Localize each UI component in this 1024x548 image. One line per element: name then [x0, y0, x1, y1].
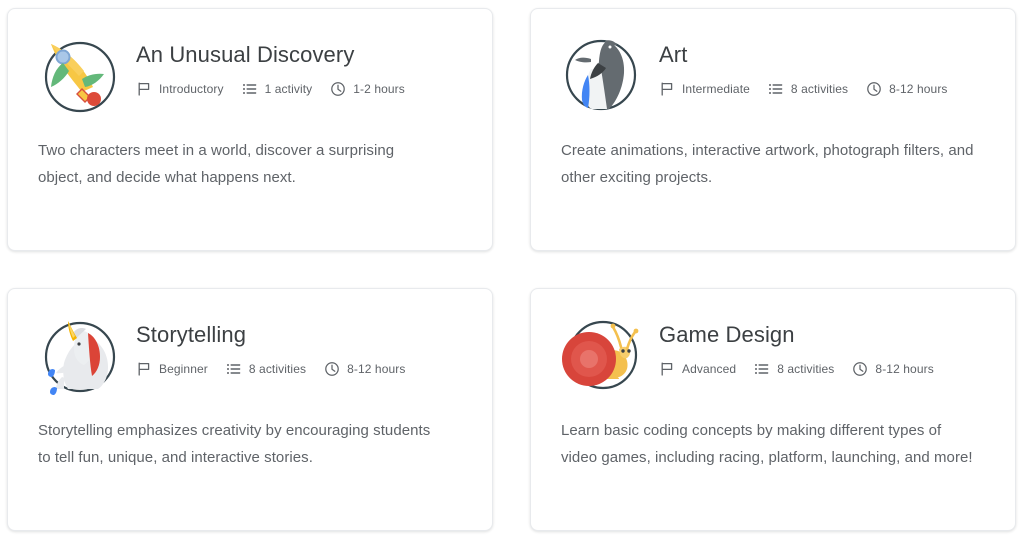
card-description: Create animations, interactive artwork, … [561, 142, 974, 186]
clock-icon [330, 81, 346, 97]
meta-activities-label: 8 activities [248, 362, 307, 376]
card-description: Storytelling emphasizes creativity by en… [38, 422, 431, 466]
card-header: An Unusual Discovery Introductory 1 acti… [38, 33, 462, 115]
card-title: Storytelling [136, 322, 247, 347]
rocket-icon [38, 35, 118, 115]
card-header-text: Storytelling Beginner 8 activities 8-12 … [136, 313, 462, 377]
card-title: Game Design [659, 322, 795, 347]
clock-icon [852, 361, 868, 377]
meta-level-label: Intermediate [682, 82, 750, 96]
meta-activities-label: 8 activities [777, 362, 835, 376]
meta-duration-label: 1-2 hours [353, 82, 405, 96]
clock-icon [324, 361, 340, 377]
card-header: Art Intermediate 8 activities 8-12 hours [561, 33, 985, 115]
course-card-art[interactable]: Art Intermediate 8 activities 8-12 hours… [530, 8, 1016, 251]
flag-icon [136, 81, 152, 97]
snail-icon [561, 315, 641, 395]
flag-icon [659, 81, 675, 97]
meta-activities: 1 activity [242, 81, 313, 97]
flag-icon [136, 361, 152, 377]
meta-duration: 8-12 hours [324, 361, 405, 377]
card-meta-row: Introductory 1 activity 1-2 hours [136, 81, 462, 97]
card-header-text: An Unusual Discovery Introductory 1 acti… [136, 33, 462, 97]
meta-level-label: Introductory [159, 82, 224, 96]
list-icon [768, 81, 784, 97]
card-meta-row: Advanced 8 activities 8-12 hours [659, 361, 985, 377]
list-icon [226, 361, 242, 377]
unicorn-icon [38, 315, 118, 395]
card-header: Game Design Advanced 8 activities 8-12 h… [561, 313, 985, 395]
course-card-an-unusual-discovery[interactable]: An Unusual Discovery Introductory 1 acti… [7, 8, 493, 251]
list-icon [242, 81, 258, 97]
meta-level: Introductory [136, 81, 224, 97]
card-meta-row: Intermediate 8 activities 8-12 hours [659, 81, 985, 97]
meta-level-label: Beginner [159, 362, 208, 376]
meta-duration-label: 8-12 hours [347, 362, 406, 376]
meta-activities: 8 activities [768, 81, 848, 97]
card-meta-row: Beginner 8 activities 8-12 hours [136, 361, 462, 377]
meta-activities-label: 8 activities [790, 82, 849, 96]
meta-level: Intermediate [659, 81, 750, 97]
card-title: Art [659, 42, 688, 67]
meta-duration: 1-2 hours [330, 81, 405, 97]
card-description: Two characters meet in a world, discover… [38, 142, 395, 186]
meta-level: Advanced [659, 361, 736, 377]
meta-activities: 8 activities [754, 361, 834, 377]
card-description: Learn basic coding concepts by making di… [561, 422, 973, 466]
meta-activities-label: 1 activity [264, 82, 313, 96]
penguin-icon [561, 35, 641, 115]
card-title: An Unusual Discovery [136, 42, 355, 67]
meta-level: Beginner [136, 361, 208, 377]
meta-duration: 8-12 hours [852, 361, 934, 377]
flag-icon [659, 361, 675, 377]
meta-activities: 8 activities [226, 361, 306, 377]
card-header: Storytelling Beginner 8 activities 8-12 … [38, 313, 462, 395]
card-header-text: Game Design Advanced 8 activities 8-12 h… [659, 313, 985, 377]
course-card-grid: An Unusual Discovery Introductory 1 acti… [0, 0, 1024, 548]
course-card-game-design[interactable]: Game Design Advanced 8 activities 8-12 h… [530, 288, 1016, 531]
meta-duration: 8-12 hours [866, 81, 947, 97]
meta-level-label: Advanced [682, 362, 737, 376]
list-icon [754, 361, 770, 377]
meta-duration-label: 8-12 hours [875, 362, 934, 376]
card-header-text: Art Intermediate 8 activities 8-12 hours [659, 33, 985, 97]
meta-duration-label: 8-12 hours [889, 82, 948, 96]
course-card-storytelling[interactable]: Storytelling Beginner 8 activities 8-12 … [7, 288, 493, 531]
clock-icon [866, 81, 882, 97]
